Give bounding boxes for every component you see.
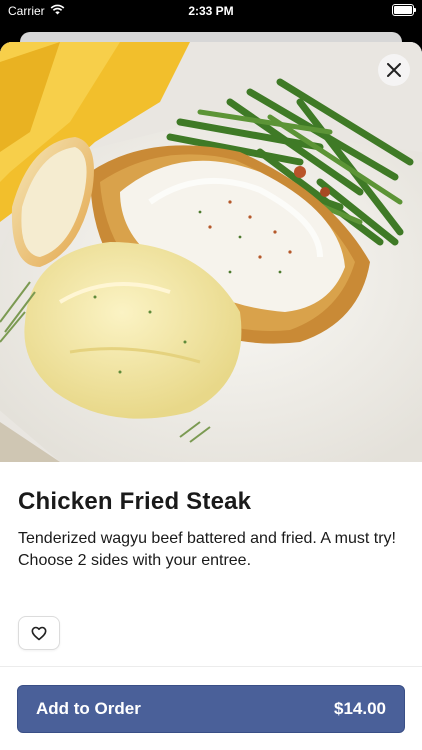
battery-level — [394, 6, 412, 14]
item-name: Chicken Fried Steak — [18, 488, 252, 515]
item-price: $14.00 — [334, 699, 386, 718]
status-bar: Carrier 2:33 PM — [0, 0, 422, 22]
item-description-line2: Choose 2 sides with your entree. — [18, 552, 252, 569]
favorite-button[interactable] — [18, 616, 60, 650]
item-detail-modal: Chicken Fried Steak Tenderized wagyu bee… — [0, 42, 422, 750]
item-description: Tenderized wagyu beef battered and fried… — [18, 528, 404, 572]
item-description-line1: Tenderized wagyu beef battered and fried… — [18, 530, 396, 547]
heart-outline-icon — [31, 626, 47, 640]
add-to-order-label: Add to Order — [36, 699, 141, 718]
close-button[interactable] — [378, 54, 410, 86]
add-to-order-button[interactable]: Add to Order $14.00 — [17, 685, 405, 733]
divider — [0, 666, 422, 667]
status-time: 2:33 PM — [188, 4, 234, 18]
item-photo — [0, 42, 422, 462]
battery-icon — [392, 4, 416, 16]
close-icon — [387, 63, 401, 77]
item-details: Chicken Fried Steak Tenderized wagyu bee… — [0, 462, 422, 572]
